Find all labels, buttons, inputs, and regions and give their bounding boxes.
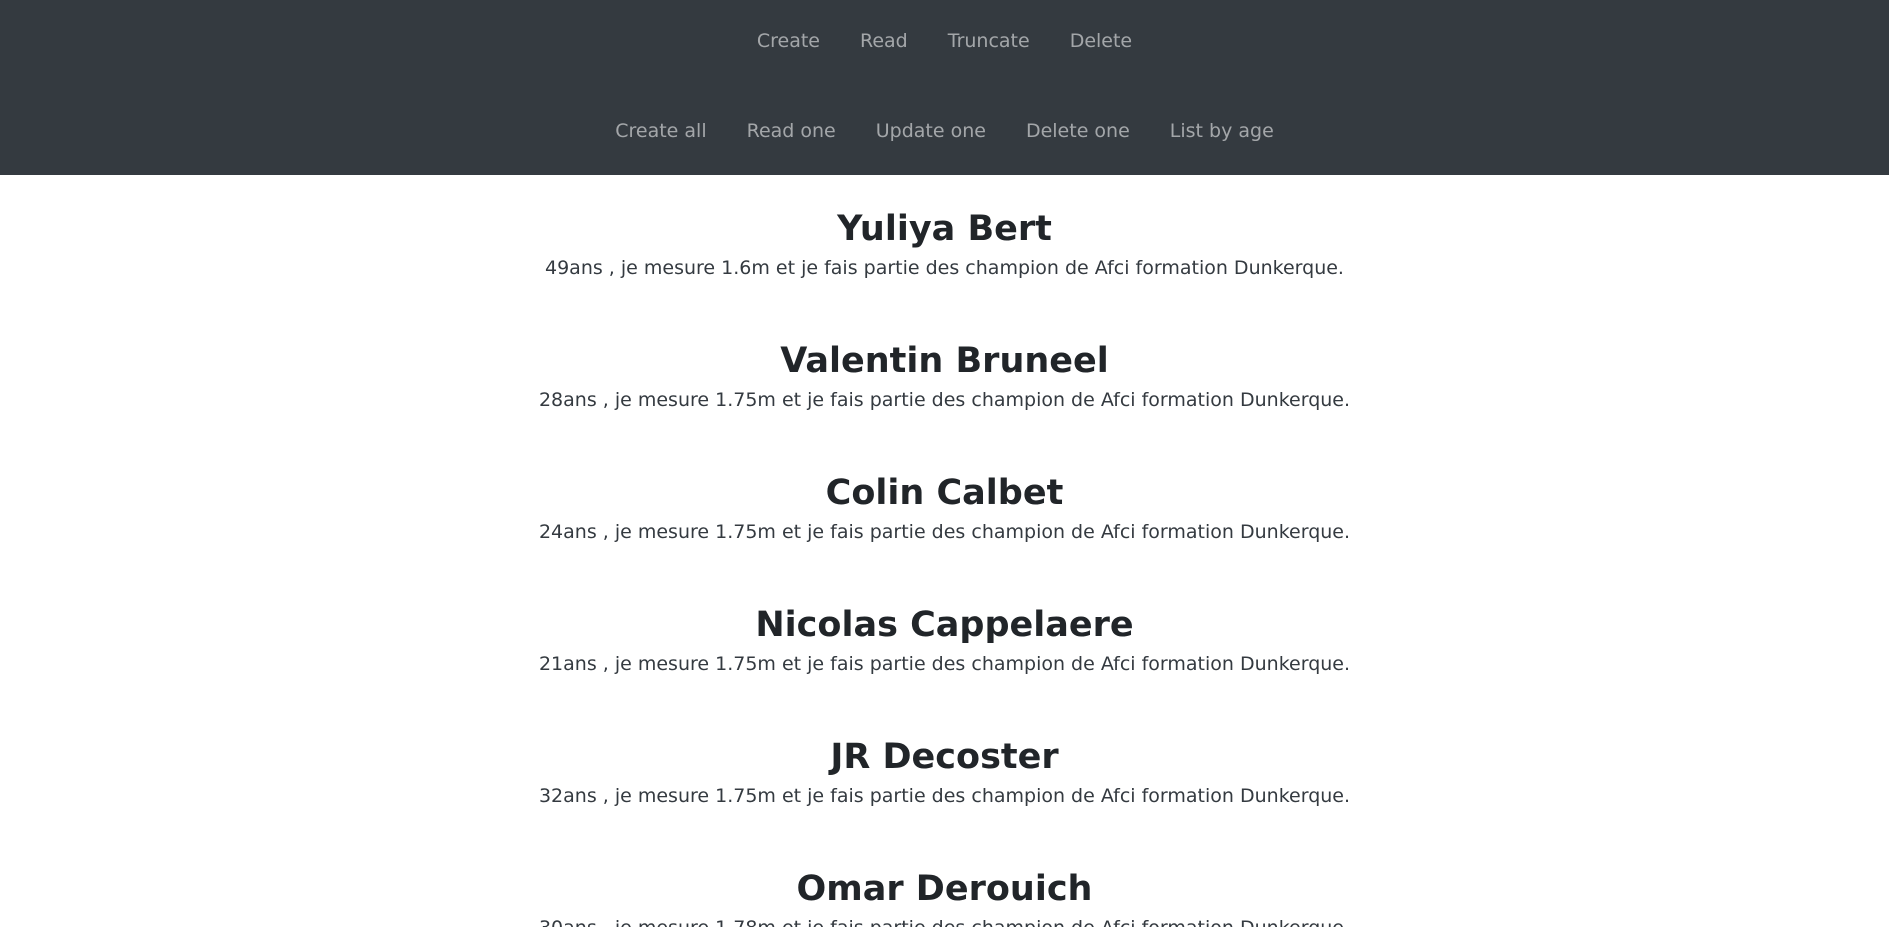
person-name: Omar Derouich — [796, 869, 1093, 909]
person-card: Nicolas Cappelaere 21ans , je mesure 1.7… — [0, 603, 1889, 677]
navbar: Create Read Truncate Delete Create all R… — [0, 0, 1889, 175]
person-description: 21ans , je mesure 1.75m et je fais parti… — [538, 653, 1351, 675]
nav-create-all-link[interactable]: Create all — [595, 116, 726, 146]
nav-create-link[interactable]: Create — [737, 26, 840, 56]
person-card: Yuliya Bert 49ans , je mesure 1.6m et je… — [0, 207, 1889, 281]
nav-update-one-link[interactable]: Update one — [856, 116, 1006, 146]
nav-truncate-link[interactable]: Truncate — [928, 26, 1050, 56]
person-description: 30ans , je mesure 1.78m et je fais parti… — [0, 915, 1889, 927]
person-description: 24ans , je mesure 1.75m et je fais parti… — [538, 521, 1351, 543]
nav-read-one-link[interactable]: Read one — [727, 116, 856, 146]
person-card: Omar Derouich 30ans , je mesure 1.78m et… — [0, 867, 1889, 927]
person-name: Nicolas Cappelaere — [755, 605, 1134, 645]
nav-secondary: Create all Read one Update one Delete on… — [0, 116, 1889, 146]
person-name: Colin Calbet — [825, 473, 1064, 513]
person-name: JR Decoster — [830, 737, 1059, 777]
nav-list-by-age-link[interactable]: List by age — [1150, 116, 1294, 146]
person-name: Valentin Bruneel — [780, 341, 1109, 381]
nav-delete-link[interactable]: Delete — [1050, 26, 1152, 56]
person-card: JR Decoster 32ans , je mesure 1.75m et j… — [0, 735, 1889, 809]
nav-primary: Create Read Truncate Delete — [0, 26, 1889, 56]
person-card: Colin Calbet 24ans , je mesure 1.75m et … — [0, 471, 1889, 545]
person-description: 28ans , je mesure 1.75m et je fais parti… — [538, 389, 1351, 411]
nav-read-link[interactable]: Read — [840, 26, 928, 56]
person-description: 49ans , je mesure 1.6m et je fais partie… — [545, 257, 1344, 279]
person-name: Yuliya Bert — [837, 209, 1052, 249]
people-list: Yuliya Bert 49ans , je mesure 1.6m et je… — [0, 175, 1889, 927]
person-card: Valentin Bruneel 28ans , je mesure 1.75m… — [0, 339, 1889, 413]
person-description: 32ans , je mesure 1.75m et je fais parti… — [538, 785, 1351, 807]
nav-delete-one-link[interactable]: Delete one — [1006, 116, 1150, 146]
